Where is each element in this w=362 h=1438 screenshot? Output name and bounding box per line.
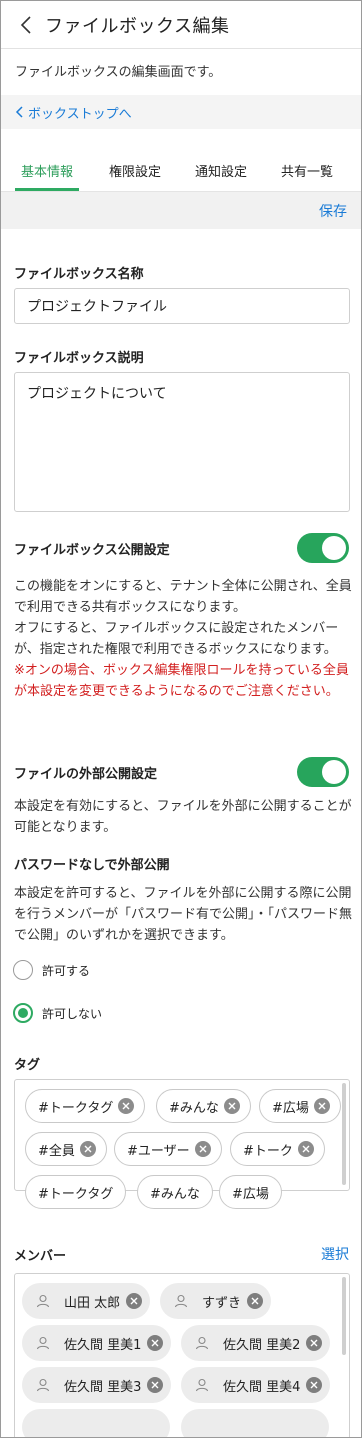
remove-member-icon[interactable] [147, 1377, 164, 1393]
public-help-off: オフにすると、ファイルボックスに設定されたメンバーが、指定された権限で利用できる… [14, 621, 339, 657]
person-icon [172, 1292, 190, 1310]
remove-tag-icon[interactable] [118, 1098, 135, 1114]
public-setting-label: ファイルボックス公開設定 [14, 543, 170, 558]
members-box[interactable]: 山田 太郎 すずき 佐久間 里美1 佐久間 里美2 佐久間 里美3 佐久間 里美… [14, 1273, 350, 1437]
tag-label: #トーク [243, 1143, 293, 1159]
tag-label: #広場 [272, 1100, 309, 1116]
tab-share-list[interactable]: 共有一覧 [281, 161, 333, 191]
tag-label: #ユーザー [127, 1143, 190, 1159]
tag-chip: #みんな [156, 1089, 251, 1123]
tag-label: #トークタグ [38, 1186, 114, 1202]
remove-member-icon[interactable] [247, 1293, 264, 1309]
radio-allow-option[interactable]: 許可する [13, 960, 90, 980]
member-name: 佐久間 里美2 [223, 1337, 301, 1353]
member-chip: 佐久間 里美4 [181, 1367, 331, 1403]
tags-scrollbar[interactable] [342, 1083, 346, 1185]
person-icon [34, 1334, 52, 1352]
remove-member-icon[interactable] [306, 1335, 323, 1351]
remove-tag-icon[interactable] [194, 1141, 211, 1157]
no-password-help: 本設定を許可すると、ファイルを外部に公開する際に公開を行うメンバーが「パスワード… [14, 886, 353, 943]
tag-label: #広場 [232, 1186, 269, 1202]
public-setting-toggle[interactable] [297, 533, 349, 563]
save-button[interactable]: 保存 [319, 201, 347, 221]
tag-label: #全員 [38, 1143, 75, 1159]
member-chip: すずき [160, 1283, 272, 1319]
remove-member-icon[interactable] [147, 1335, 164, 1351]
member-chip: 佐久間 里美1 [22, 1325, 172, 1361]
remove-tag-icon[interactable] [297, 1141, 314, 1157]
tag-chip: #トークタグ [25, 1175, 127, 1209]
public-setting-help: この機能をオンにすると、テナント全体に公開され、全員で利用できる共有ボックスにな… [14, 576, 352, 702]
tag-chip: #広場 [219, 1175, 282, 1209]
tab-notifications[interactable]: 通知設定 [195, 161, 247, 191]
tag-chip: #トークタグ [25, 1089, 146, 1123]
member-chip: 山田 太郎 [22, 1283, 151, 1319]
members-label: メンバー [14, 1249, 67, 1264]
name-input[interactable]: プロジェクトファイル [14, 288, 350, 324]
tags-label: タグ [14, 1058, 41, 1073]
tags-box[interactable]: #トークタグ #みんな #広場 #全員 #ユーザー #トーク #トークタグ #み… [14, 1079, 350, 1209]
external-setting-toggle[interactable] [297, 757, 349, 787]
tab-basic-info[interactable]: 基本情報 [15, 161, 79, 191]
tag-chip: #全員 [25, 1132, 107, 1166]
description-label: ファイルボックス説明 [14, 351, 144, 366]
member-name: 佐久間 里美1 [64, 1337, 142, 1353]
remove-member-icon[interactable] [126, 1293, 143, 1309]
member-chip: 佐久間 里美2 [181, 1325, 331, 1361]
no-password-label: パスワードなしで外部公開 [14, 858, 170, 873]
tag-chip: #ユーザー [114, 1132, 222, 1166]
page-description: ファイルボックスの編集画面です。 [15, 65, 222, 80]
tag-chip: #みんな [137, 1175, 213, 1209]
app-frame: ファイルボックス編集 ファイルボックスの編集画面です。 ボックストップへ 基本情… [0, 0, 362, 1438]
breadcrumb-label[interactable]: ボックストップへ [28, 103, 132, 122]
radio-deny-label: 許可しない [42, 1006, 103, 1021]
member-chip-partial [181, 1409, 329, 1437]
remove-member-icon[interactable] [306, 1377, 323, 1393]
member-name: すずき [202, 1295, 242, 1311]
external-setting-help: 本設定を有効にすると、ファイルを外部に公開することが可能となります。 [14, 799, 352, 835]
name-label: ファイルボックス名称 [14, 267, 144, 282]
person-icon [34, 1376, 52, 1394]
members-scrollbar[interactable] [342, 1277, 346, 1355]
member-name: 佐久間 里美3 [64, 1379, 142, 1395]
public-help-on: この機能をオンにすると、テナント全体に公開され、全員で利用できる共有ボックスにな… [14, 579, 352, 615]
tag-label: #トークタグ [38, 1100, 114, 1116]
chevron-left-icon [15, 106, 23, 118]
tag-chip: #トーク [230, 1132, 325, 1166]
tag-label: #みんな [150, 1186, 200, 1202]
member-chip: 佐久間 里美3 [22, 1367, 172, 1403]
person-icon [193, 1334, 211, 1352]
member-chip-partial [22, 1409, 170, 1437]
radio-deny[interactable] [13, 1003, 33, 1023]
radio-allow-label: 許可する [42, 963, 91, 978]
person-icon [193, 1376, 211, 1394]
top-bar: ファイルボックス編集 [1, 1, 361, 49]
remove-tag-icon[interactable] [313, 1098, 330, 1114]
remove-tag-icon[interactable] [79, 1141, 96, 1157]
toggle-knob [322, 760, 346, 784]
back-chevron-icon[interactable] [15, 14, 37, 36]
external-setting-label: ファイルの外部公開設定 [14, 767, 158, 782]
tag-label: #みんな [169, 1100, 219, 1116]
breadcrumb[interactable]: ボックストップへ [1, 95, 361, 129]
tag-chip: #広場 [259, 1089, 341, 1123]
member-name: 山田 太郎 [64, 1295, 121, 1311]
members-select-button[interactable]: 選択 [321, 1244, 349, 1264]
page-title: ファイルボックス編集 [45, 15, 230, 37]
person-icon [34, 1292, 52, 1310]
toggle-knob [322, 536, 346, 560]
public-warning: ※オンの場合、ボックス編集権限ロールを持っている全員が本設定を変更できるようにな… [14, 663, 349, 699]
remove-tag-icon[interactable] [223, 1098, 240, 1114]
tab-bar: 基本情報 権限設定 通知設定 共有一覧 [1, 143, 361, 191]
save-bar: 保存 [1, 191, 361, 229]
description-textarea[interactable]: プロジェクトについて [14, 372, 350, 512]
tab-permissions[interactable]: 権限設定 [109, 161, 161, 191]
radio-allow[interactable] [13, 960, 33, 980]
radio-deny-option[interactable]: 許可しない [13, 1003, 102, 1023]
member-name: 佐久間 里美4 [223, 1379, 301, 1395]
